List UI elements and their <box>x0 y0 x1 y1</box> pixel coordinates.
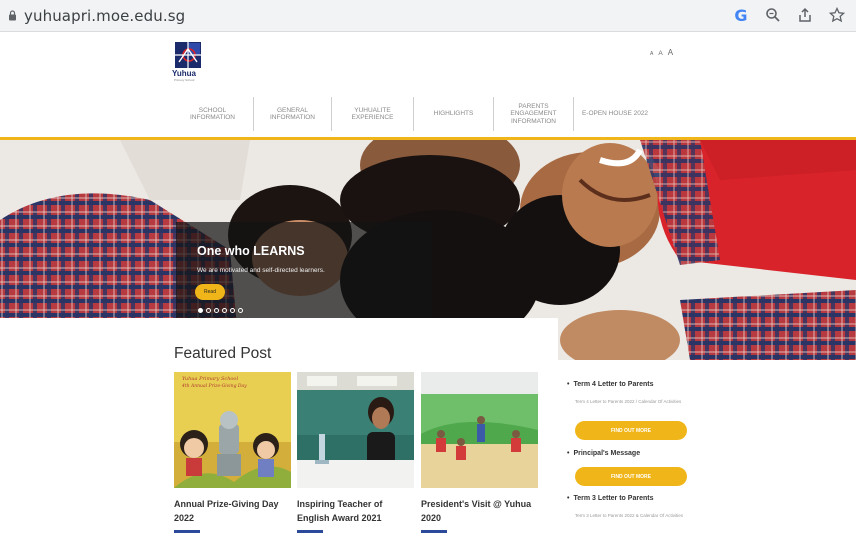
nav-school-information[interactable]: SCHOOL INFORMATION <box>172 97 254 131</box>
sidebar-item-term3-letter[interactable]: Term 3 Letter to Parents <box>567 495 653 502</box>
carousel-dots <box>198 308 243 313</box>
url-field[interactable]: yuhuapri.moe.edu.sg <box>24 7 185 25</box>
hero-title: One who LEARNS <box>197 244 305 258</box>
google-icon[interactable]: G <box>732 6 750 25</box>
main-nav: SCHOOL INFORMATION GENERAL INFORMATION Y… <box>172 97 656 131</box>
school-logo[interactable] <box>172 40 204 70</box>
font-size-medium[interactable]: A <box>658 50 662 57</box>
post-image-caption-line2: 4th Annual Prize-Giving Day <box>182 384 247 389</box>
browser-address-bar: yuhuapri.moe.edu.sg G <box>0 0 856 32</box>
carousel-dot-3[interactable] <box>214 308 219 313</box>
featured-post-heading: Featured Post <box>174 345 272 362</box>
carousel-dot-6[interactable] <box>238 308 243 313</box>
post-title-teacher-award[interactable]: Inspiring Teacher of English Award 2021 <box>297 497 417 526</box>
logo-text: Yuhua <box>172 69 197 78</box>
post-accent-bar <box>174 530 200 533</box>
font-size-small[interactable]: A <box>650 51 653 57</box>
zoom-icon[interactable] <box>764 6 782 24</box>
sidebar-item-principal-message[interactable]: Principal's Message <box>567 450 640 457</box>
nav-parents-engagement[interactable]: PARENTS ENGAGEMENT INFORMATION <box>494 97 574 131</box>
post-title-president-visit[interactable]: President's Visit @ Yuhua 2020 <box>421 497 541 526</box>
nav-yuhualite-experience[interactable]: YUHUALITE EXPERIENCE <box>332 97 414 131</box>
logo-subtext: Primary School <box>174 78 195 82</box>
lock-icon <box>9 10 16 21</box>
carousel-dot-4[interactable] <box>222 308 227 313</box>
sidebar-item-term4-letter[interactable]: Term 4 Letter to Parents <box>567 381 653 388</box>
share-icon[interactable] <box>796 6 814 24</box>
sidebar-item-term4-description: Term 4 Letter to Parents 2022 / Calendar… <box>575 399 682 404</box>
post-image-teacher-award[interactable] <box>297 372 414 488</box>
post-title-prize-giving[interactable]: Annual Prize-Giving Day 2022 <box>174 497 294 526</box>
font-size-controls: A A A <box>650 48 673 57</box>
carousel-dot-5[interactable] <box>230 308 235 313</box>
nav-e-open-house[interactable]: E-OPEN HOUSE 2022 <box>574 97 656 131</box>
post-image-president-visit[interactable] <box>421 372 538 488</box>
post-accent-bar <box>421 530 447 533</box>
nav-general-information[interactable]: GENERAL INFORMATION <box>254 97 332 131</box>
hero-description: We are motivated and self-directed learn… <box>197 267 325 274</box>
bookmark-star-icon[interactable] <box>828 6 846 24</box>
post-image-caption-line1: Yuhua Primary School <box>182 376 239 382</box>
post-accent-bar <box>297 530 323 533</box>
carousel-dot-2[interactable] <box>206 308 211 313</box>
find-out-more-button-principal[interactable]: FIND OUT MORE <box>575 467 687 486</box>
carousel-dot-1[interactable] <box>198 308 203 313</box>
read-button[interactable]: Read <box>195 284 225 300</box>
nav-highlights[interactable]: HIGHLIGHTS <box>414 97 494 131</box>
sidebar-item-term3-description: Term 3 Letter to Parents 2022 & Calendar… <box>575 513 684 518</box>
post-image-prize-giving[interactable]: Yuhua Primary School 4th Annual Prize-Gi… <box>174 372 291 488</box>
font-size-large[interactable]: A <box>668 48 673 57</box>
find-out-more-button-term4[interactable]: FIND OUT MORE <box>575 421 687 440</box>
